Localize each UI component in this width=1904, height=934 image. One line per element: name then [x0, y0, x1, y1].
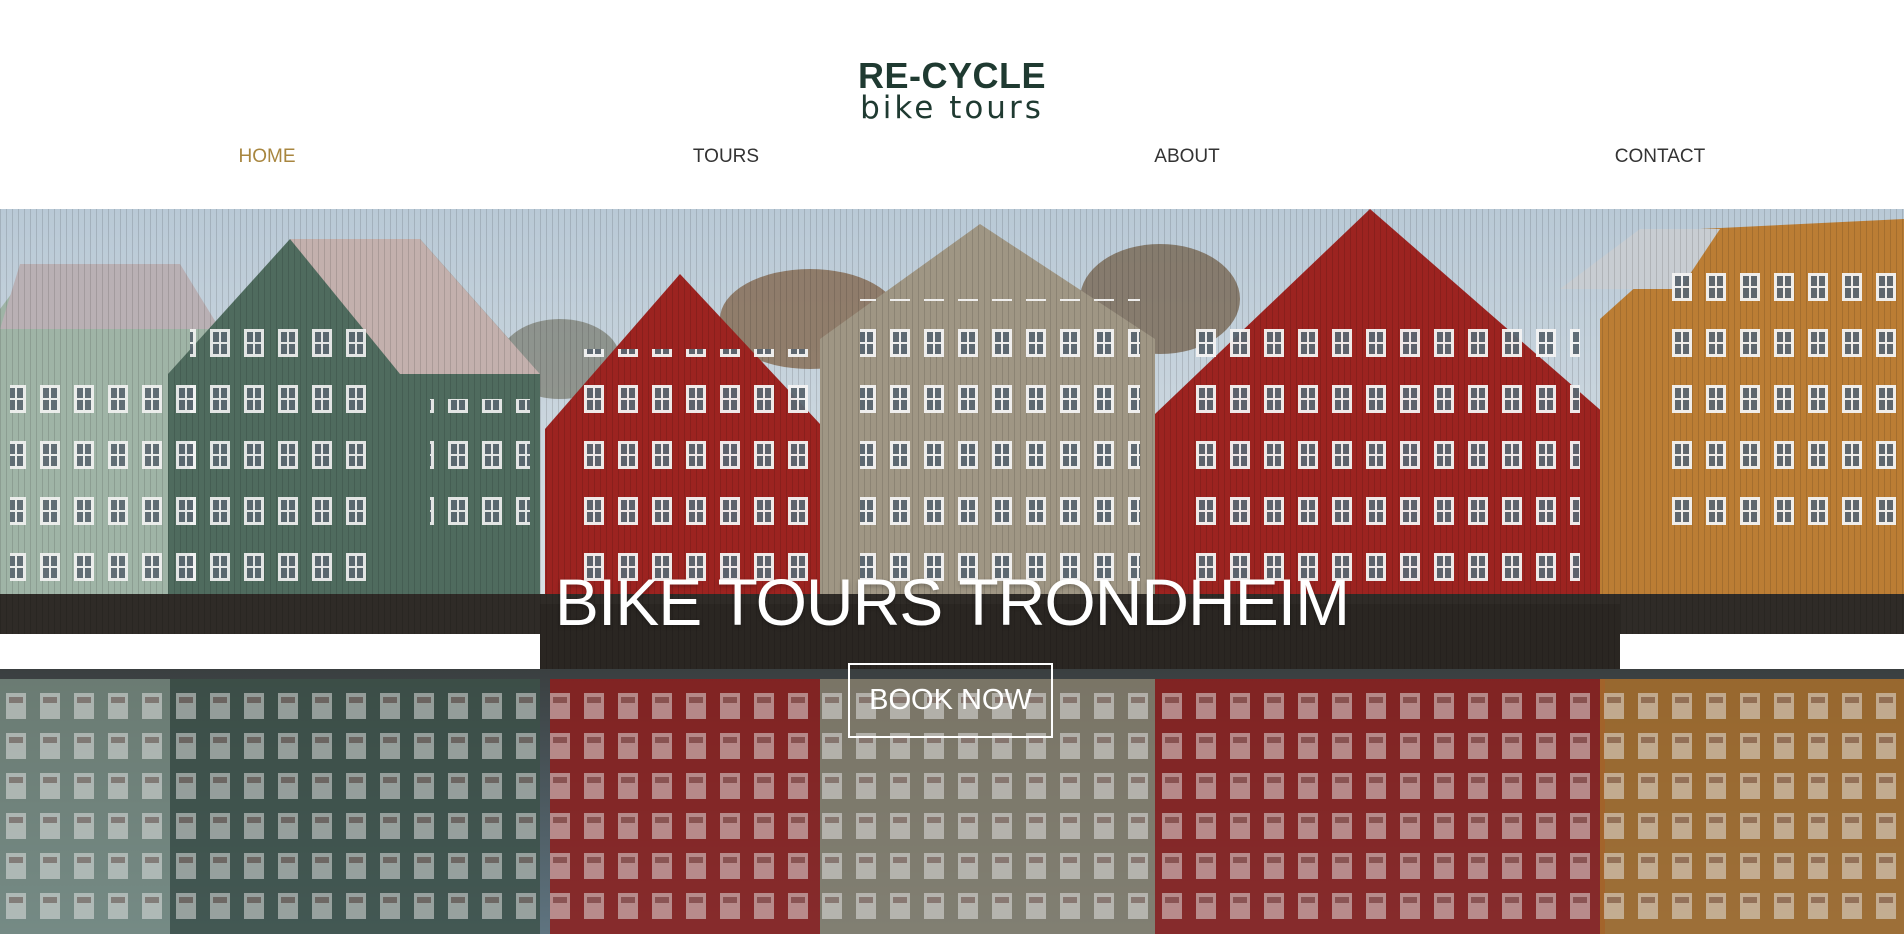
nav-contact-link[interactable]: CONTACT — [1615, 146, 1705, 168]
nav-home-link[interactable]: HOME — [239, 146, 296, 168]
brand-tagline: bike tours — [860, 90, 1044, 126]
nav-about-link[interactable]: ABOUT — [1154, 146, 1219, 168]
book-now-button[interactable]: BOOK NOW — [848, 663, 1053, 738]
nav-tours-link[interactable]: TOURS — [693, 146, 759, 168]
site-header: RE-CYCLE bike tours HOME TOURS ABOUT CON… — [0, 0, 1904, 209]
brand-logo[interactable]: RE-CYCLE bike tours — [0, 56, 1904, 126]
main-nav: HOME TOURS ABOUT CONTACT — [0, 146, 1904, 176]
hero-title: BIKE TOURS TRONDHEIM — [554, 565, 1350, 639]
hero-banner: BIKE TOURS TRONDHEIM BOOK NOW — [0, 209, 1904, 934]
